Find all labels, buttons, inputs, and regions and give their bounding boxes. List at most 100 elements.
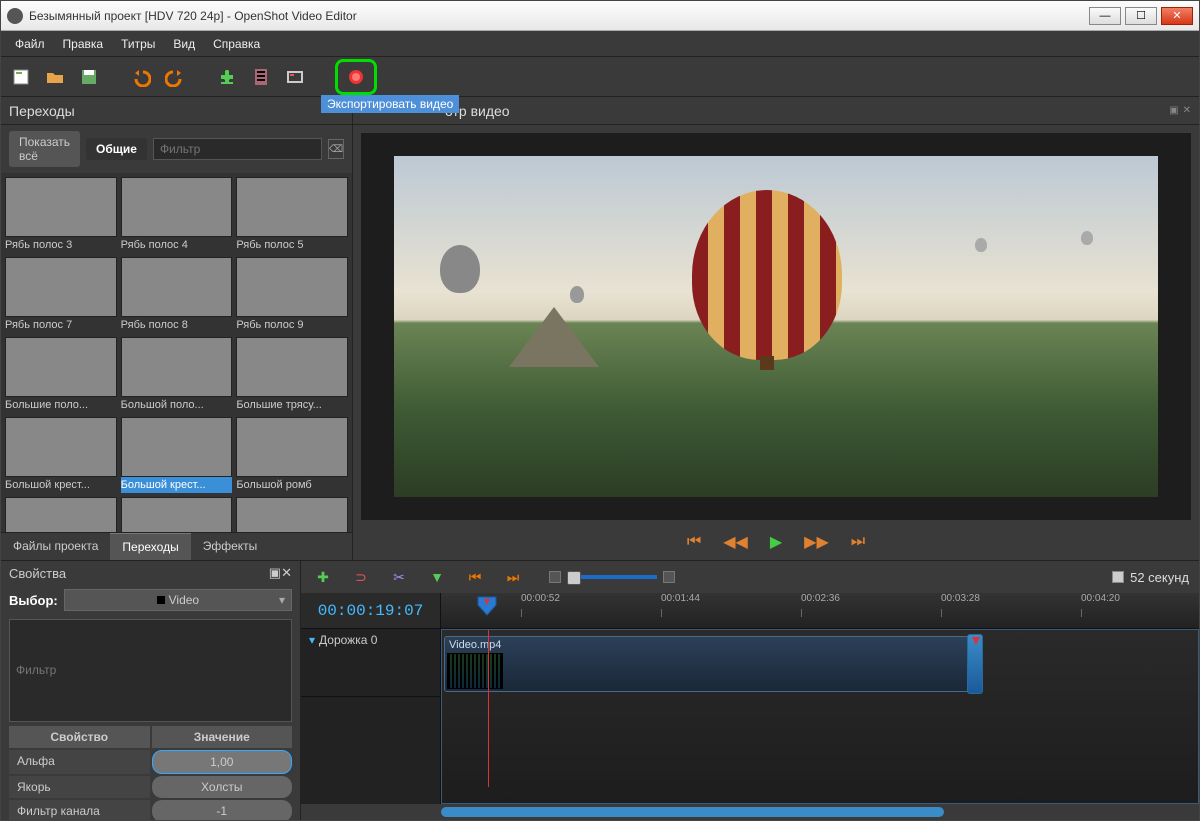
open-project-button[interactable] — [43, 65, 67, 89]
transition-item[interactable]: Рябь полос 4 — [121, 177, 233, 253]
menubar: Файл Правка Титры Вид Справка — [1, 31, 1199, 57]
properties-title: Свойства — [9, 566, 66, 581]
common-button[interactable]: Общие — [86, 138, 147, 160]
transition-item[interactable]: Большой крест... — [121, 417, 233, 493]
timeline-duration: 52 секунд — [1130, 570, 1189, 585]
track-0-label: Дорожка 0 — [319, 633, 377, 647]
new-project-button[interactable] — [9, 65, 33, 89]
transitions-grid: Рябь полос 3Рябь полос 4Рябь полос 5Рябь… — [1, 173, 352, 532]
ruler-tick: 00:00:52 — [521, 593, 560, 604]
import-files-button[interactable] — [215, 65, 239, 89]
transition-label: Большой ромб — [236, 477, 348, 493]
show-all-button[interactable]: Показать всё — [9, 131, 80, 167]
close-panel-icon[interactable]: ✕ — [1183, 105, 1191, 116]
fullscreen-button[interactable] — [283, 65, 307, 89]
razor-button[interactable]: ✂ — [387, 565, 411, 589]
transition-label: Большие поло... — [5, 397, 117, 413]
redo-button[interactable] — [163, 65, 187, 89]
transition-item[interactable] — [5, 497, 117, 532]
transition-item[interactable]: Рябь полос 8 — [121, 257, 233, 333]
jump-end-button[interactable]: ⏭ — [851, 533, 865, 551]
properties-table: СвойствоЗначениеАльфа1,00ЯкорьХолстыФиль… — [9, 726, 292, 821]
transition-item[interactable]: Большие поло... — [5, 337, 117, 413]
jump-start-button[interactable]: ⏮ — [687, 533, 701, 551]
tab-transitions[interactable]: Переходы — [110, 533, 190, 560]
transition-label: Большой крест... — [121, 477, 233, 493]
property-value[interactable]: Холсты — [152, 776, 293, 798]
transition-item[interactable]: Большой крест... — [5, 417, 117, 493]
transport-controls: ⏮ ◀◀ ▶ ▶▶ ⏭ — [353, 524, 1199, 560]
timeline-ruler[interactable]: 00:00:5200:01:4400:02:3600:03:2800:04:20… — [441, 593, 1199, 628]
property-target-select[interactable]: Video — [64, 589, 292, 611]
properties-panel-header: Свойства ▣✕ — [1, 561, 300, 585]
tab-project-files[interactable]: Файлы проекта — [1, 533, 110, 560]
clip-end-handle[interactable] — [967, 634, 983, 694]
clip-label: Video.mp4 — [449, 639, 501, 651]
close-props-icon[interactable]: ✕ — [281, 565, 292, 580]
menu-help[interactable]: Справка — [205, 33, 268, 55]
play-button[interactable]: ▶ — [770, 532, 782, 552]
transition-label: Большие трясу... — [236, 397, 348, 413]
snap-button[interactable]: ⊃ — [349, 565, 373, 589]
transition-item[interactable] — [121, 497, 233, 532]
profile-button[interactable] — [249, 65, 273, 89]
col-value: Значение — [152, 726, 293, 748]
ruler-tick: 00:04:20 — [1081, 593, 1120, 604]
undock-icon[interactable]: ▣ — [1169, 105, 1178, 116]
ruler-tick: 00:01:44 — [661, 593, 700, 604]
save-project-button[interactable] — [77, 65, 101, 89]
menu-edit[interactable]: Правка — [55, 33, 112, 55]
playhead-icon[interactable] — [476, 595, 498, 617]
transition-item[interactable]: Рябь полос 5 — [236, 177, 348, 253]
transition-label: Большой крест... — [5, 477, 117, 493]
timeline-scrollbar[interactable] — [301, 804, 1199, 820]
transition-label: Рябь полос 7 — [5, 317, 117, 333]
timeline-toolbar: ✚ ⊃ ✂ ▼ ⏮ ⏭ 52 секунд — [301, 561, 1199, 593]
track-0-content[interactable]: Video.mp4 — [441, 629, 1199, 804]
balloon-icon — [692, 190, 842, 360]
zoom-slider[interactable] — [549, 571, 675, 583]
next-marker-button[interactable]: ⏭ — [501, 565, 525, 589]
add-track-button[interactable]: ✚ — [311, 565, 335, 589]
export-video-button[interactable] — [335, 59, 377, 95]
menu-titles[interactable]: Титры — [113, 33, 163, 55]
filmstrip-icon — [447, 653, 503, 689]
prev-marker-button[interactable]: ⏮ — [463, 565, 487, 589]
transition-item[interactable]: Большие трясу... — [236, 337, 348, 413]
undock-props-icon[interactable]: ▣ — [269, 565, 281, 580]
rewind-button[interactable]: ◀◀ — [723, 532, 748, 552]
window-title: Безымянный проект [HDV 720 24p] - OpenSh… — [29, 9, 1089, 23]
menu-view[interactable]: Вид — [165, 33, 203, 55]
tab-effects[interactable]: Эффекты — [191, 533, 270, 560]
video-clip[interactable]: Video.mp4 — [444, 636, 974, 692]
transition-filter-input[interactable] — [153, 138, 322, 160]
transition-item[interactable]: Рябь полос 9 — [236, 257, 348, 333]
property-value[interactable]: 1,00 — [152, 750, 293, 774]
add-marker-button[interactable]: ▼ — [425, 565, 449, 589]
transition-item[interactable]: Рябь полос 3 — [5, 177, 117, 253]
minimize-button[interactable]: — — [1089, 7, 1121, 25]
property-name: Фильтр канала — [9, 800, 150, 821]
duration-checkbox[interactable] — [1112, 571, 1124, 583]
menu-file[interactable]: Файл — [7, 33, 53, 55]
transition-label: Рябь полос 8 — [121, 317, 233, 333]
track-0-header[interactable]: ▾Дорожка 0 — [301, 629, 440, 697]
playhead-line — [488, 630, 489, 787]
property-name: Якорь — [9, 776, 150, 798]
preview-panel-header: отр видео ▣✕ — [353, 97, 1199, 125]
select-label: Выбор: — [9, 593, 58, 608]
transition-item[interactable]: Большой ромб — [236, 417, 348, 493]
fast-forward-button[interactable]: ▶▶ — [804, 532, 829, 552]
transition-item[interactable] — [236, 497, 348, 532]
close-button[interactable]: ✕ — [1161, 7, 1193, 25]
properties-filter-input[interactable] — [9, 619, 292, 722]
clear-filter-button[interactable]: ⌫ — [328, 139, 344, 159]
transition-item[interactable]: Большой поло... — [121, 337, 233, 413]
transition-item[interactable]: Рябь полос 7 — [5, 257, 117, 333]
undo-button[interactable] — [129, 65, 153, 89]
app-icon — [7, 8, 23, 24]
maximize-button[interactable]: ☐ — [1125, 7, 1157, 25]
property-value[interactable]: -1 — [152, 800, 293, 821]
toolbar — [1, 57, 1199, 97]
video-preview[interactable] — [361, 133, 1191, 520]
